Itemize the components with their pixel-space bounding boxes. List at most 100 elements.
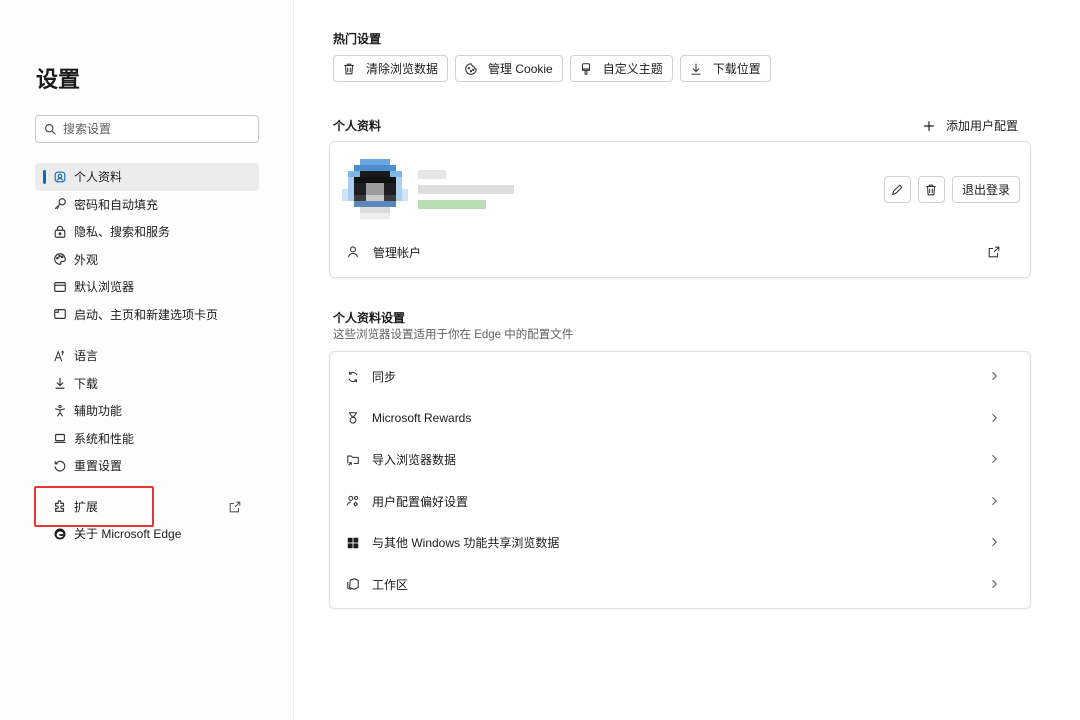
profile-name-blurred — [418, 170, 514, 215]
hot-settings-title: 热门设置 — [333, 32, 382, 46]
chevron-right-icon — [988, 536, 1000, 548]
palette-icon — [53, 252, 67, 266]
button-label: 下载位置 — [712, 62, 761, 76]
setting-label: 同步 — [372, 370, 397, 385]
quick-settings-row: 清除浏览数据 管理 Cookie 自定义主题 下载位置 — [333, 55, 771, 82]
brush-icon — [579, 62, 593, 76]
profile-header: 个人资料 添加用户配置 — [333, 117, 1018, 134]
reset-icon — [53, 459, 67, 473]
sidebar-item-label: 隐私、搜索和服务 — [74, 225, 171, 240]
edge-logo-icon — [53, 527, 67, 541]
button-label: 自定义主题 — [602, 62, 663, 76]
button-label: 清除浏览数据 — [366, 62, 439, 76]
download-icon — [689, 62, 703, 76]
setting-row-import[interactable]: 导入浏览器数据 — [330, 439, 1030, 481]
sidebar-item-language[interactable]: 语言 — [35, 342, 259, 370]
person-icon — [346, 245, 360, 259]
sidebar-item-label: 重置设置 — [74, 459, 123, 474]
delete-profile-button[interactable] — [917, 176, 945, 203]
external-link-icon[interactable] — [228, 500, 242, 514]
trash-icon — [342, 62, 356, 76]
manage-cookies-button[interactable]: 管理 Cookie — [455, 55, 563, 82]
sidebar-item-label: 扩展 — [74, 499, 99, 514]
setting-row-workspaces[interactable]: 工作区 — [330, 564, 1030, 606]
external-link-icon — [987, 245, 1001, 259]
manage-account-row[interactable]: 管理帐户 — [330, 238, 1030, 266]
setting-label: Microsoft Rewards — [372, 411, 472, 426]
chevron-right-icon — [988, 453, 1000, 465]
download-location-button[interactable]: 下载位置 — [679, 55, 771, 82]
sidebar: 设置 个人资料 密码和自动填充 隐私、搜索和服务 — [0, 0, 294, 720]
sync-icon — [346, 370, 360, 384]
sidebar-item-reset[interactable]: 重置设置 — [35, 452, 259, 480]
profile-actions: 退出登录 — [883, 176, 1020, 203]
sidebar-item-accessibility[interactable]: 辅助功能 — [35, 397, 259, 425]
chevron-right-icon — [988, 370, 1000, 382]
setting-label: 导入浏览器数据 — [372, 453, 457, 468]
sidebar-item-about[interactable]: 关于 Microsoft Edge — [35, 520, 259, 548]
profile-card: 退出登录 管理帐户 — [329, 141, 1031, 278]
chevron-right-icon — [988, 412, 1000, 424]
sidebar-item-label: 关于 Microsoft Edge — [74, 527, 182, 542]
medal-icon — [346, 411, 360, 425]
search-icon — [44, 123, 57, 136]
chevron-right-icon — [988, 578, 1000, 590]
accessibility-icon — [53, 404, 67, 418]
cookie-icon — [464, 62, 478, 76]
sidebar-item-appearance[interactable]: 外观 — [35, 246, 259, 274]
sign-out-button[interactable]: 退出登录 — [951, 176, 1020, 203]
sidebar-item-downloads[interactable]: 下载 — [35, 370, 259, 398]
setting-row-sync[interactable]: 同步 — [330, 356, 1030, 398]
profile-settings-description: 这些浏览器设置适用于你在 Edge 中的配置文件 — [333, 329, 574, 341]
sidebar-item-label: 下载 — [74, 376, 99, 391]
browser-icon — [53, 280, 67, 294]
setting-row-profile-preferences[interactable]: 用户配置偏好设置 — [330, 481, 1030, 523]
pencil-icon — [890, 183, 904, 197]
key-icon — [53, 197, 67, 211]
add-profile-button[interactable]: 添加用户配置 — [922, 117, 1018, 134]
button-label: 管理 Cookie — [488, 62, 553, 76]
sidebar-item-label: 密码和自动填充 — [74, 197, 159, 212]
sidebar-item-label: 默认浏览器 — [74, 280, 135, 295]
sidebar-item-label: 系统和性能 — [74, 431, 135, 446]
lock-icon — [53, 225, 67, 239]
download-icon — [53, 376, 67, 390]
sidebar-item-profile[interactable]: 个人资料 — [35, 163, 259, 191]
profile-section-title: 个人资料 — [333, 119, 382, 133]
workspaces-icon — [346, 577, 360, 591]
page-title: 设置 — [36, 67, 81, 92]
setting-label: 与其他 Windows 功能共享浏览数据 — [372, 536, 560, 551]
sidebar-nav: 个人资料 密码和自动填充 隐私、搜索和服务 外观 默认浏览器 启动、主页和新建选… — [35, 163, 259, 548]
profile-settings-title: 个人资料设置 — [333, 311, 406, 325]
search-box[interactable] — [35, 115, 259, 143]
sidebar-item-label: 外观 — [74, 252, 99, 267]
people-settings-icon — [346, 494, 360, 508]
profile-settings-card: 同步 Microsoft Rewards 导入浏览器数据 用户配置偏好设置 与其… — [329, 351, 1031, 609]
customize-theme-button[interactable]: 自定义主题 — [569, 55, 673, 82]
search-input[interactable] — [63, 122, 243, 136]
import-icon — [346, 453, 360, 467]
sidebar-item-extensions[interactable]: 扩展 — [35, 493, 259, 521]
tab-page-icon — [53, 307, 67, 321]
sidebar-item-system[interactable]: 系统和性能 — [35, 425, 259, 453]
setting-label: 工作区 — [372, 577, 409, 592]
sidebar-item-label: 辅助功能 — [74, 404, 123, 419]
sidebar-item-label: 启动、主页和新建选项卡页 — [74, 307, 219, 322]
avatar — [342, 159, 408, 225]
setting-row-windows-share[interactable]: 与其他 Windows 功能共享浏览数据 — [330, 522, 1030, 564]
clear-browsing-data-button[interactable]: 清除浏览数据 — [333, 55, 449, 82]
sidebar-item-privacy[interactable]: 隐私、搜索和服务 — [35, 218, 259, 246]
edit-profile-button[interactable] — [883, 176, 911, 203]
sidebar-item-startup[interactable]: 启动、主页和新建选项卡页 — [35, 301, 259, 329]
setting-row-rewards[interactable]: Microsoft Rewards — [330, 398, 1030, 440]
sidebar-item-label: 语言 — [74, 349, 99, 364]
language-icon — [53, 349, 67, 363]
chevron-right-icon — [988, 495, 1000, 507]
windows-logo-icon — [346, 536, 360, 550]
sidebar-item-label: 个人资料 — [74, 170, 123, 185]
sidebar-item-passwords[interactable]: 密码和自动填充 — [35, 191, 259, 219]
extension-icon — [53, 499, 67, 513]
sidebar-item-default-browser[interactable]: 默认浏览器 — [35, 273, 259, 301]
laptop-icon — [53, 431, 67, 445]
